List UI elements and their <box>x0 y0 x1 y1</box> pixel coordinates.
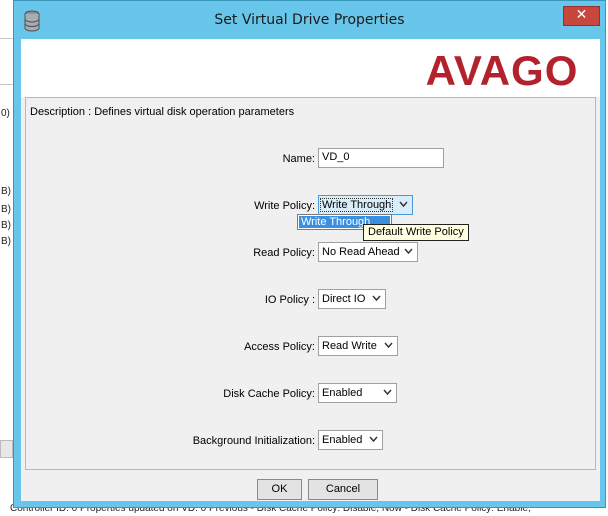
bg-label: B) <box>1 220 11 231</box>
bg-divider <box>0 38 13 39</box>
background-initialization-label: Background Initialization: <box>192 435 315 447</box>
dialog-client-area: AVAGO Description : Defines virtual disk… <box>21 39 600 501</box>
access-policy-value: Read Write <box>322 340 377 352</box>
background-initialization-select[interactable]: Enabled <box>318 430 383 450</box>
bg-divider <box>0 84 13 85</box>
close-button[interactable]: ✕ <box>563 6 600 26</box>
bg-label: 0) <box>1 108 10 119</box>
chevron-down-icon <box>399 201 408 208</box>
write-policy-select[interactable]: Write Through <box>318 195 413 215</box>
dialog-title: Set Virtual Drive Properties <box>214 12 405 28</box>
background-initialization-value: Enabled <box>322 434 363 446</box>
disk-cache-policy-label: Disk Cache Policy: <box>223 388 315 400</box>
io-policy-select[interactable]: Direct IO <box>318 289 386 309</box>
disk-cache-policy-value: Enabled <box>322 387 363 399</box>
io-policy-value: Direct IO <box>322 293 366 305</box>
write-policy-tooltip: Default Write Policy <box>363 224 469 241</box>
bg-label: B) <box>1 204 11 215</box>
bg-label: B) <box>1 186 11 197</box>
set-virtual-drive-properties-dialog: Set Virtual Drive Properties ✕ AVAGO Des… <box>13 0 606 508</box>
cancel-button[interactable]: Cancel <box>308 479 378 500</box>
read-policy-value: No Read Ahead <box>322 246 400 258</box>
chevron-down-icon <box>404 248 413 255</box>
write-policy-label: Write Policy: <box>254 200 315 212</box>
chevron-down-icon <box>384 342 393 349</box>
bg-scroll-piece <box>0 440 13 458</box>
properties-panel: Description : Defines virtual disk opera… <box>25 97 596 470</box>
name-input[interactable]: VD_0 <box>318 148 444 168</box>
read-policy-select[interactable]: No Read Ahead <box>318 242 418 262</box>
bg-label: B) <box>1 236 11 247</box>
disk-cache-policy-select[interactable]: Enabled <box>318 383 397 403</box>
write-policy-value: Write Through <box>319 198 394 212</box>
io-policy-label: IO Policy : <box>264 294 315 306</box>
description-text: Description : Defines virtual disk opera… <box>30 106 295 118</box>
title-bar[interactable]: Set Virtual Drive Properties ✕ <box>14 1 605 39</box>
access-policy-label: Access Policy: <box>244 341 315 353</box>
svg-text:AVAGO: AVAGO <box>426 47 579 93</box>
avago-logo: AVAGO <box>426 47 579 93</box>
logo-banner: AVAGO <box>21 39 600 97</box>
name-label: Name: <box>282 153 315 165</box>
close-icon: ✕ <box>575 7 588 23</box>
chevron-down-icon <box>369 436 378 443</box>
ok-button[interactable]: OK <box>257 479 302 500</box>
chevron-down-icon <box>383 389 392 396</box>
chevron-down-icon <box>372 295 381 302</box>
access-policy-select[interactable]: Read Write <box>318 336 398 356</box>
read-policy-label: Read Policy: <box>253 247 315 259</box>
